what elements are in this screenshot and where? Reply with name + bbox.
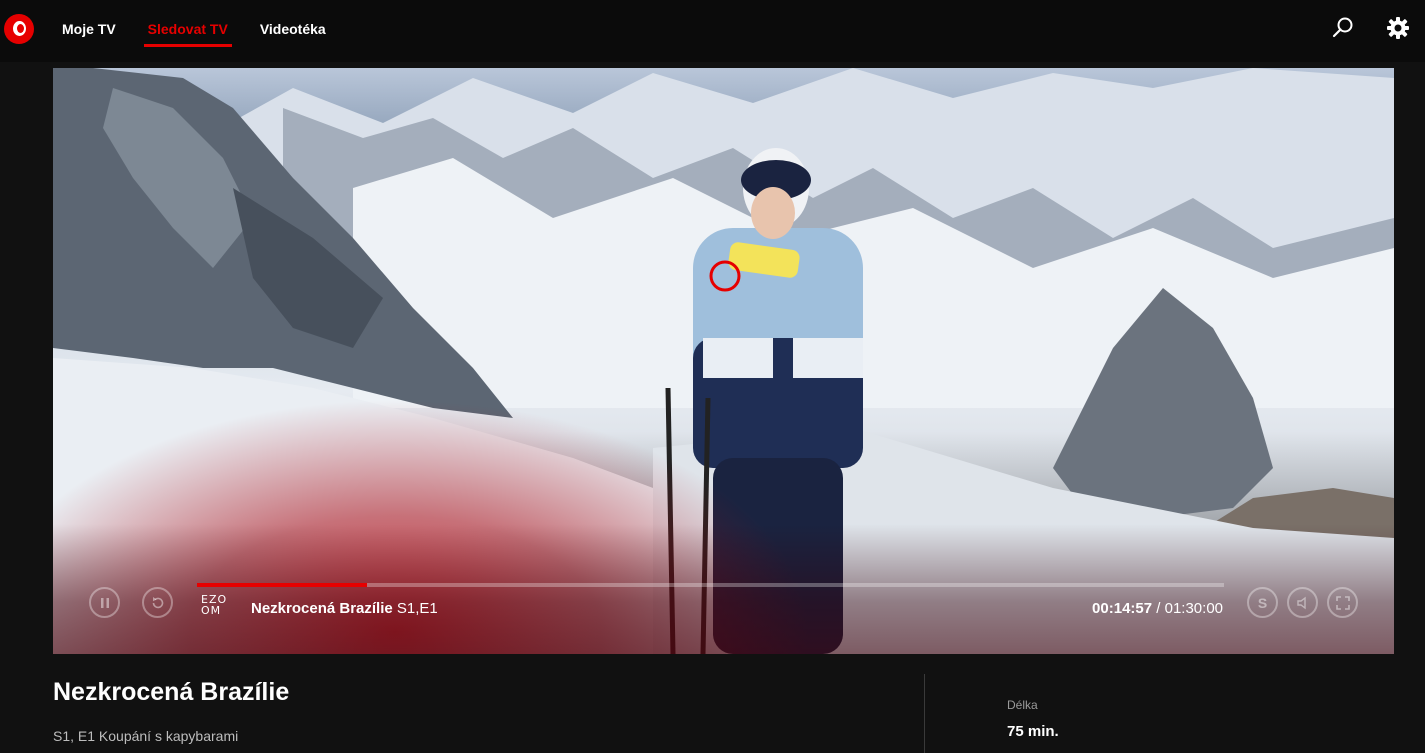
current-time: 00:14:57 xyxy=(1092,600,1153,617)
now-playing-title: Nezkrocená Brazílie S1,E1 xyxy=(251,600,438,617)
main-nav: Moje TV Sledovat TV Videotéka xyxy=(62,21,358,47)
pause-button[interactable] xyxy=(89,587,120,618)
time-separator: / xyxy=(1156,600,1161,617)
subtitles-button[interactable]: S xyxy=(1247,587,1278,618)
video-player[interactable]: EZO OM Nezkrocená Brazílie S1,E1 00:14:5… xyxy=(53,68,1394,654)
total-time: 01:30:00 xyxy=(1164,600,1223,617)
channel-logo: EZO OM xyxy=(201,593,228,617)
progress-bar[interactable] xyxy=(197,583,1224,587)
restart-button[interactable] xyxy=(142,587,173,618)
search-icon[interactable] xyxy=(1330,15,1356,41)
now-playing-episode: S1,E1 xyxy=(396,600,438,617)
controls-gradient xyxy=(53,524,1394,654)
nav-item-moje-tv[interactable]: Moje TV xyxy=(62,21,116,37)
restart-icon xyxy=(152,596,163,608)
show-title: Nezkrocená Brazílie xyxy=(53,678,290,706)
settings-icon[interactable] xyxy=(1385,15,1411,41)
top-navigation-bar: Moje TV Sledovat TV Videotéka xyxy=(0,0,1425,62)
pause-icon xyxy=(100,597,109,608)
progress-bar-fill xyxy=(197,583,368,587)
nav-item-sledovat-tv[interactable]: Sledovat TV xyxy=(143,21,232,47)
fullscreen-icon xyxy=(1335,595,1350,610)
episode-subtitle: S1, E1 Koupání s kapybarami xyxy=(53,728,239,744)
fullscreen-button[interactable] xyxy=(1327,587,1358,618)
duration-value: 75 min. xyxy=(1007,723,1059,740)
now-playing-show: Nezkrocená Brazílie xyxy=(251,600,393,617)
volume-button[interactable] xyxy=(1287,587,1318,618)
vodafone-logo-icon[interactable] xyxy=(4,14,34,44)
duration-label: Délka xyxy=(1007,698,1038,712)
nav-item-videoteka[interactable]: Videotéka xyxy=(260,21,326,37)
volume-icon xyxy=(1296,596,1306,609)
info-divider xyxy=(924,674,925,753)
subtitles-icon: S xyxy=(1257,594,1268,611)
time-display: 00:14:57 / 01:30:00 xyxy=(1092,600,1223,617)
